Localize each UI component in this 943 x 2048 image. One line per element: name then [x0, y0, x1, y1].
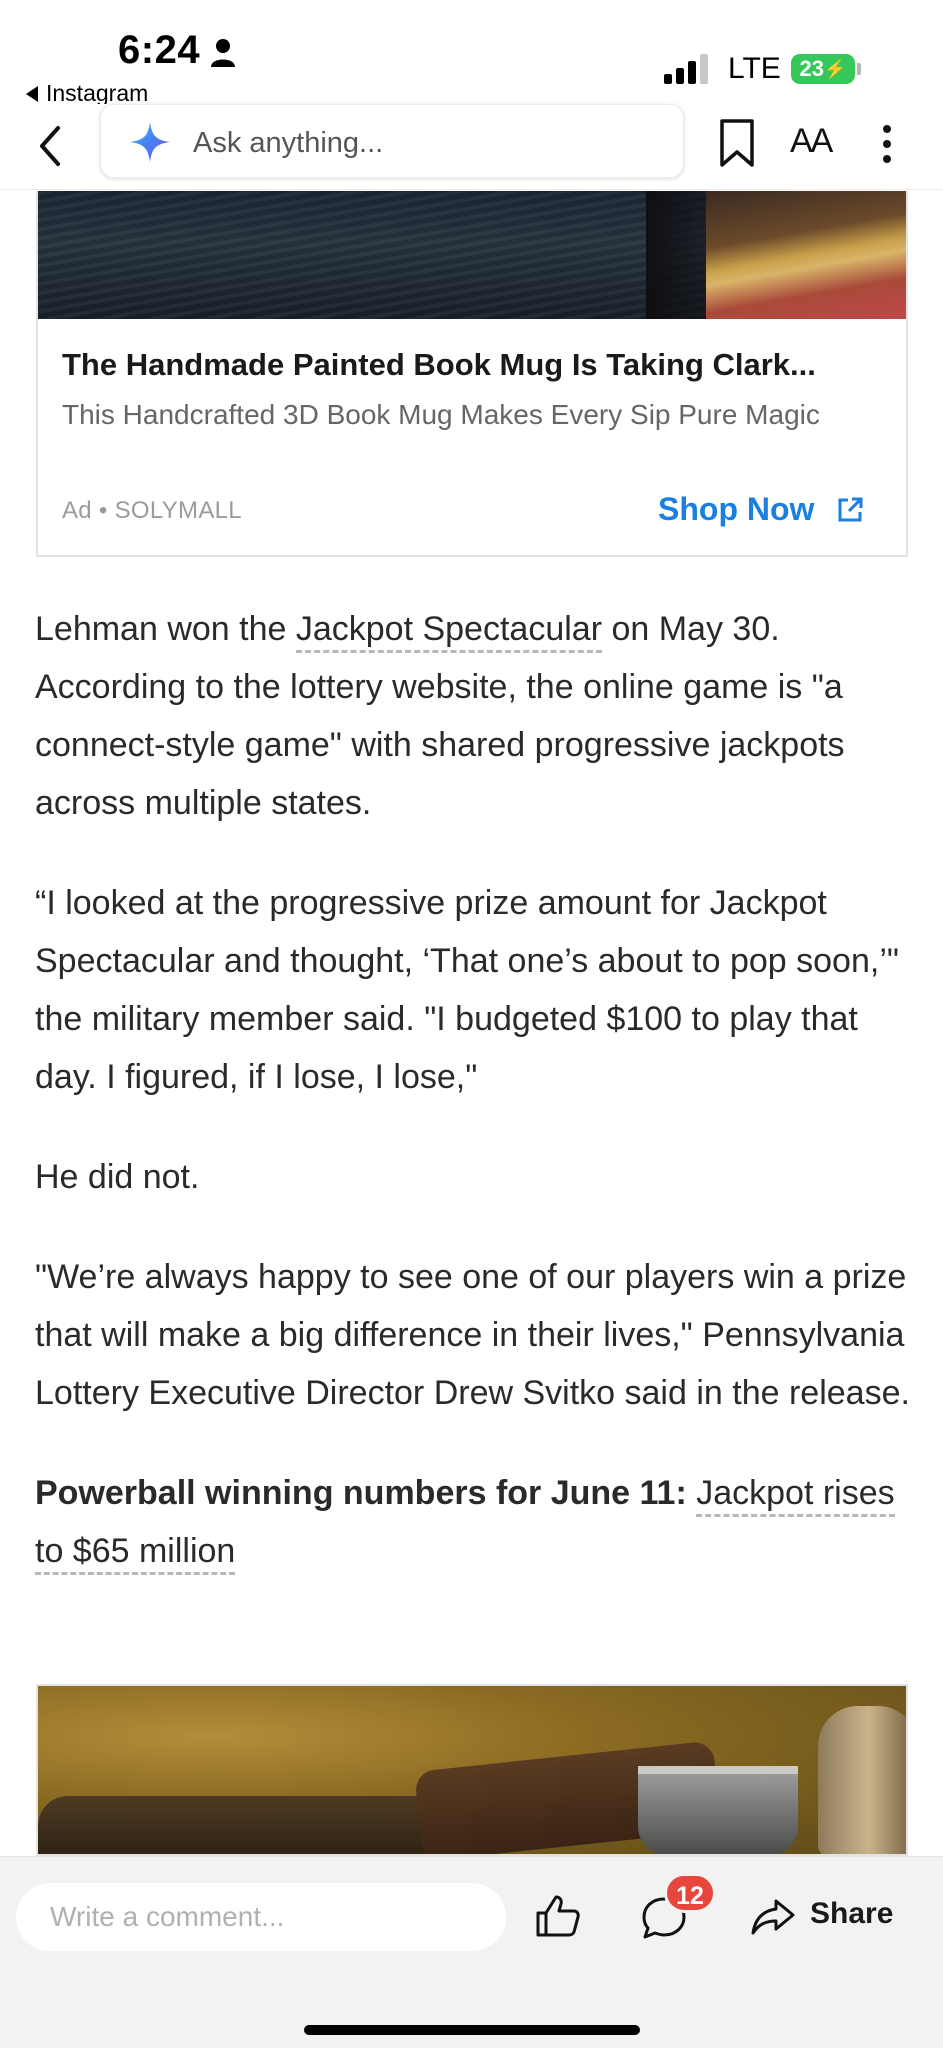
image-kettle: [818, 1706, 906, 1854]
charging-bolt-icon: ⚡: [824, 58, 847, 79]
more-vertical-icon[interactable]: [882, 124, 892, 164]
text-size-label: AA: [790, 122, 833, 160]
back-app-label: Instagram: [46, 80, 149, 106]
shop-now-label: Shop Now: [658, 491, 815, 527]
home-indicator[interactable]: [304, 2025, 640, 2035]
back-to-app-link[interactable]: Instagram: [26, 80, 148, 107]
article-image: [36, 1684, 908, 1856]
cellular-signal-icon: [664, 54, 708, 84]
image-rock: [38, 1796, 458, 1854]
comment-count-badge: 12: [664, 1873, 716, 1913]
image-pot: [638, 1766, 798, 1854]
jackpot-spectacular-link[interactable]: Jackpot Spectacular: [295, 610, 603, 653]
article-paragraph: “I looked at the progressive prize amoun…: [35, 884, 899, 1096]
share-button[interactable]: Share: [810, 1897, 893, 1931]
thumbs-up-icon[interactable]: [534, 1893, 582, 1939]
ad-image-book: [706, 191, 906, 319]
person-icon: [211, 39, 235, 67]
battery-nub: [857, 63, 861, 75]
ask-placeholder: Ask anything...: [193, 127, 384, 159]
ad-title[interactable]: The Handmade Painted Book Mug Is Taking …: [62, 347, 892, 383]
article-paragraph: Powerball winning numbers for June 11: J…: [35, 1464, 915, 1580]
top-toolbar: Ask anything... AA: [0, 104, 943, 190]
comment-input[interactable]: Write a comment...: [16, 1883, 506, 1951]
ad-description: This Handcrafted 3D Book Mug Makes Every…: [62, 399, 820, 430]
article-paragraph: "We’re always happy to see one of our pl…: [35, 1258, 910, 1412]
ad-sponsor-meta: Ad • SOLYMALL: [62, 497, 242, 524]
battery-indicator: 23 ⚡: [791, 54, 855, 84]
battery-level: 23: [799, 56, 825, 81]
bookmark-icon[interactable]: [718, 118, 756, 168]
text-size-button[interactable]: AA: [790, 122, 833, 161]
article-paragraph: He did not.: [35, 1158, 200, 1196]
bottom-action-bar: Write a comment... 12 Share: [0, 1856, 943, 2048]
article-body: Lehman won the Jackpot Spectacular on Ma…: [35, 600, 915, 1622]
powerball-heading: Powerball winning numbers for June 11:: [35, 1474, 687, 1512]
ad-image[interactable]: [38, 191, 906, 319]
ask-anything-input[interactable]: Ask anything...: [100, 104, 684, 178]
status-bar: 6:24 Instagram LTE 23 ⚡: [0, 0, 943, 107]
back-triangle-icon: [26, 85, 38, 102]
sponsored-ad-card[interactable]: The Handmade Painted Book Mug Is Taking …: [36, 191, 908, 557]
shop-now-button[interactable]: Shop Now: [658, 491, 864, 528]
network-type: LTE: [728, 52, 781, 85]
status-time: 6:24: [118, 28, 201, 72]
article-paragraph: Lehman won the Jackpot Spectacular on Ma…: [35, 610, 845, 822]
share-arrow-icon[interactable]: [750, 1897, 796, 1937]
ai-sparkle-icon: [130, 122, 170, 162]
external-link-icon: [838, 497, 863, 521]
chevron-left-icon[interactable]: [32, 118, 72, 174]
